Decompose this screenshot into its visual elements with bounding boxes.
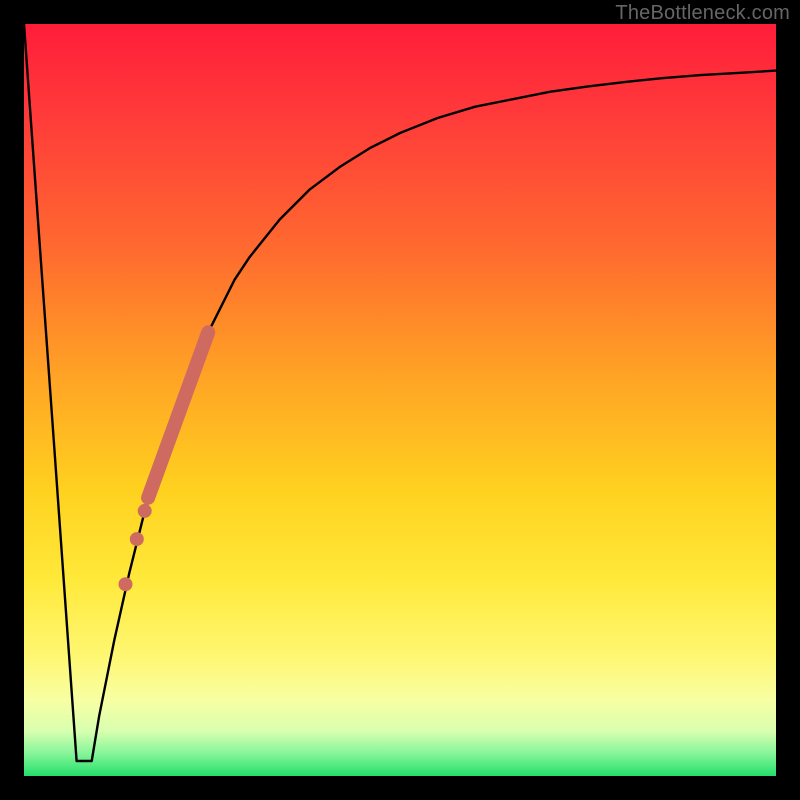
plot-area [24,24,776,776]
chart-frame: TheBottleneck.com [0,0,800,800]
rainbow-gradient [24,24,776,776]
watermark-text: TheBottleneck.com [615,2,790,25]
